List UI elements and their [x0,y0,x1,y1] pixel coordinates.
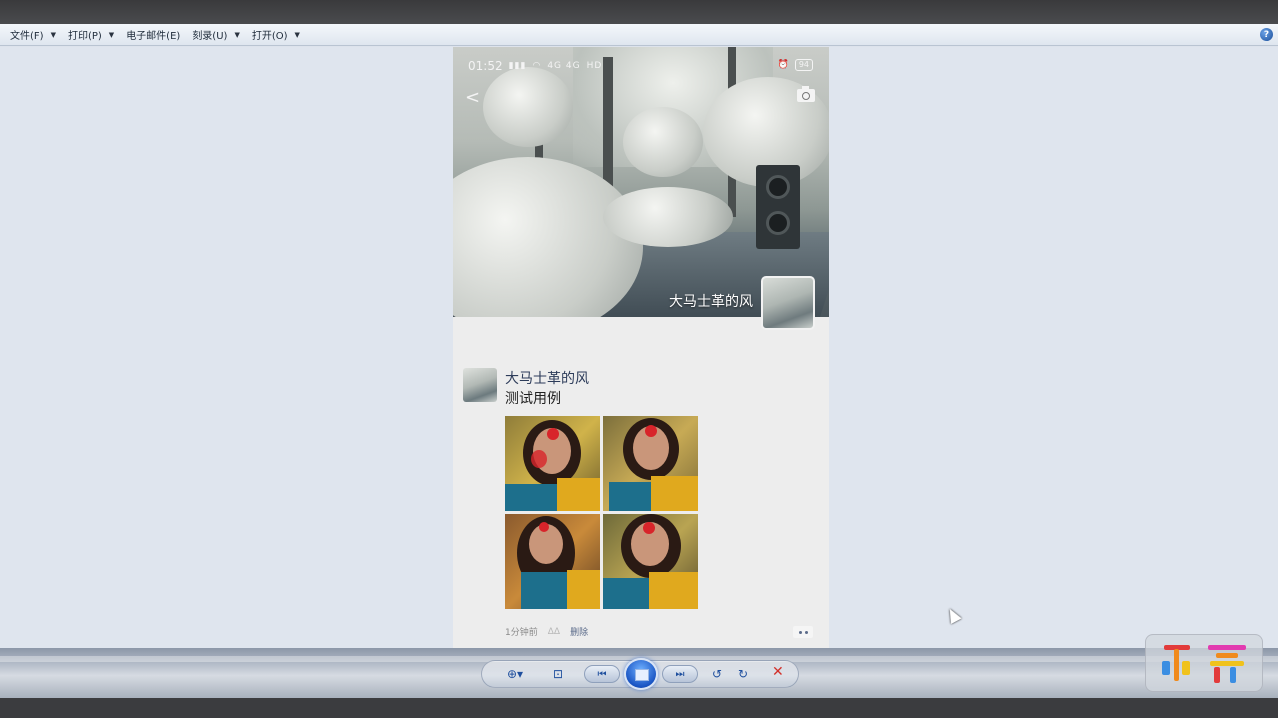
wifi-icon: ◠ [532,61,542,71]
chevron-down-icon: ▼ [50,30,56,39]
menu-email-label: 电子邮件(E) [126,31,181,42]
menu-print-label: 打印(P) [67,31,102,42]
privacy-icon: ΔΔ [547,626,561,637]
displayed-image: 01:52 ▮▮▮ ◠ 4G 4G HD ⏰ 94 < 大马士革的风 大马士革的… [453,47,829,648]
fit-to-window-button[interactable]: ⊡ [548,665,568,683]
post-meta: 1分钟前 ΔΔ 删除 [505,625,588,639]
post-text: 测试用例 [505,391,561,407]
alarm-icon: ⏰ [777,60,789,70]
menu-open[interactable]: 打开(O) ▼ [246,25,306,45]
phone-status-bar: 01:52 ▮▮▮ ◠ 4G 4G HD [468,59,602,73]
cover-bush [453,157,643,317]
photo-color-mark [643,522,655,534]
cover-trunk [603,57,613,197]
photo-clothing [567,570,600,609]
chevron-down-icon: ▼ [234,30,240,39]
speaker-cone [766,175,790,199]
rotate-ccw-icon: ↺ [711,667,723,681]
chevron-down-icon: ▼ [108,30,115,39]
photo-clothing [603,578,655,609]
signal-icon: ▮▮▮ [508,61,527,71]
menu-email[interactable]: 电子邮件(E) [120,25,186,45]
fit-to-window-icon: ⊡ [552,667,564,681]
cover-username: 大马士革的风 [669,294,753,310]
chevron-down-icon: ▼ [294,30,300,39]
post-photo[interactable] [505,416,600,511]
rotate-right-button[interactable]: ↻ [734,665,752,683]
back-icon[interactable]: < [465,87,480,108]
post-photo[interactable] [603,514,698,609]
logo-stroke [1182,661,1190,675]
menu-print[interactable]: 打印(P) ▼ [62,25,120,45]
menu-file-label: 文件(F) [10,31,44,42]
menu-open-label: 打开(O) [251,31,288,42]
post-author[interactable]: 大马士革的风 [505,368,589,388]
logo-stroke [1208,645,1246,650]
menu-bar: 文件(F) ▼ 打印(P) ▼ 电子邮件(E) 刻录(U) ▼ 打开(O) ▼ [0,24,1278,46]
slideshow-button[interactable] [624,658,658,690]
photo-clothing [651,476,698,511]
speaker-cone [766,211,790,235]
post-photo[interactable] [603,416,698,511]
dot-icon [804,630,808,634]
menu-burn[interactable]: 刻录(U) ▼ [186,25,246,45]
logo-stroke [1230,667,1236,683]
post-photo-grid [505,416,699,610]
menu-file[interactable]: 文件(F) ▼ [4,25,62,45]
cover-bush [603,187,733,247]
watermark-glyph-left [1160,645,1194,683]
photo-clothing [557,478,600,511]
next-icon: ⏭ [675,668,685,680]
photo-clothing [609,482,657,511]
magnifier-icon: ⊕▾ [506,667,524,681]
window-title-strip [0,0,1278,24]
taskbar-strip [0,698,1278,718]
photo-clothing [505,484,565,511]
logo-stroke [1216,653,1238,658]
zoom-button[interactable]: ⊕▾ [500,665,530,683]
delete-button[interactable]: ✕ [772,664,784,680]
rotate-left-button[interactable]: ↺ [708,665,726,683]
next-button[interactable]: ⏭ [662,665,698,683]
hd-indicator: HD [586,61,603,71]
delete-x-icon: ✕ [772,664,784,680]
camera-icon[interactable] [797,86,815,102]
post-more-button[interactable] [793,626,813,638]
dot-icon [798,630,802,634]
phone-status-right: ⏰ 94 [778,59,813,71]
previous-icon: ⏮ [597,668,607,680]
photo-clothing [521,572,573,609]
cover-avatar[interactable] [761,276,815,330]
network-type: 4G 4G [547,61,581,71]
cover-tree [623,107,703,177]
photo-color-mark [547,428,559,440]
battery-indicator: 94 [794,59,813,71]
logo-stroke [1162,661,1170,675]
post-avatar[interactable] [463,368,497,402]
logo-stroke [1210,661,1244,666]
menu-burn-label: 刻录(U) [192,31,228,42]
photo-color-mark [645,425,657,437]
status-time: 01:52 [468,59,503,73]
photo-color-mark [531,450,547,468]
delete-post-link[interactable]: 删除 [570,625,588,638]
logo-stroke [1174,649,1179,681]
help-icon[interactable]: ? [1260,28,1273,41]
post-photo[interactable] [505,514,600,609]
logo-stroke [1214,667,1220,683]
photo-clothing [649,572,698,609]
rotate-cw-icon: ↻ [737,667,749,681]
cover-tree [483,67,573,147]
cover-speaker [756,165,800,249]
previous-button[interactable]: ⏮ [584,665,620,683]
watermark-glyph-right [1206,645,1248,683]
post-time: 1分钟前 [505,628,538,638]
watermark-logo [1145,634,1263,692]
photo-color-mark [539,522,549,532]
